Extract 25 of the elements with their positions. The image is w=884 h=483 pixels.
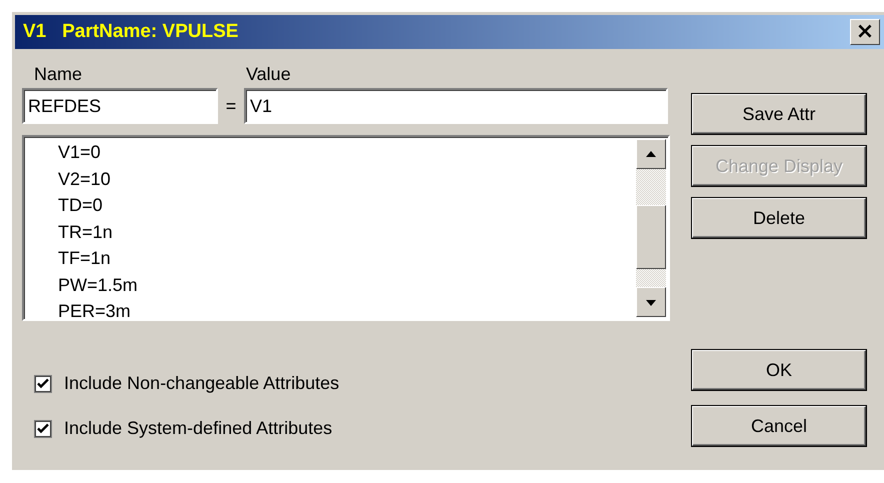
attribute-item[interactable]: V1=0 bbox=[58, 139, 634, 166]
attribute-item[interactable]: PW=1.5m bbox=[58, 272, 634, 298]
checkbox-label: Include System-defined Attributes bbox=[64, 418, 332, 439]
name-field[interactable]: REFDES bbox=[22, 88, 218, 124]
equals-sign: = bbox=[224, 96, 238, 116]
scroll-up-icon[interactable] bbox=[636, 139, 666, 169]
save-attr-button[interactable]: Save Attr bbox=[692, 94, 866, 134]
checkbox[interactable] bbox=[34, 374, 52, 392]
scroll-down-icon[interactable] bbox=[636, 287, 666, 317]
attribute-item[interactable]: TD=0 bbox=[58, 192, 634, 218]
close-button[interactable]: × bbox=[850, 19, 880, 45]
cancel-button[interactable]: Cancel bbox=[692, 406, 866, 446]
attribute-item[interactable]: TF=1n bbox=[58, 245, 634, 272]
checkbox[interactable] bbox=[34, 420, 52, 438]
value-label: Value bbox=[246, 64, 291, 85]
name-label: Name bbox=[33, 64, 84, 85]
scrollbar[interactable] bbox=[636, 139, 666, 317]
delete-button[interactable]: Delete bbox=[692, 198, 866, 238]
window-title: V1 PartName: VPULSE bbox=[23, 21, 238, 43]
attribute-item[interactable]: PER=3m bbox=[58, 298, 634, 324]
ok-button[interactable]: OK bbox=[692, 350, 866, 390]
checkbox-label: Include Non-changeable Attributes bbox=[64, 373, 340, 394]
attribute-item[interactable]: TR=1n bbox=[58, 218, 634, 245]
attribute-item[interactable]: V2=10 bbox=[58, 166, 634, 192]
value-field[interactable]: V1 bbox=[244, 88, 668, 124]
